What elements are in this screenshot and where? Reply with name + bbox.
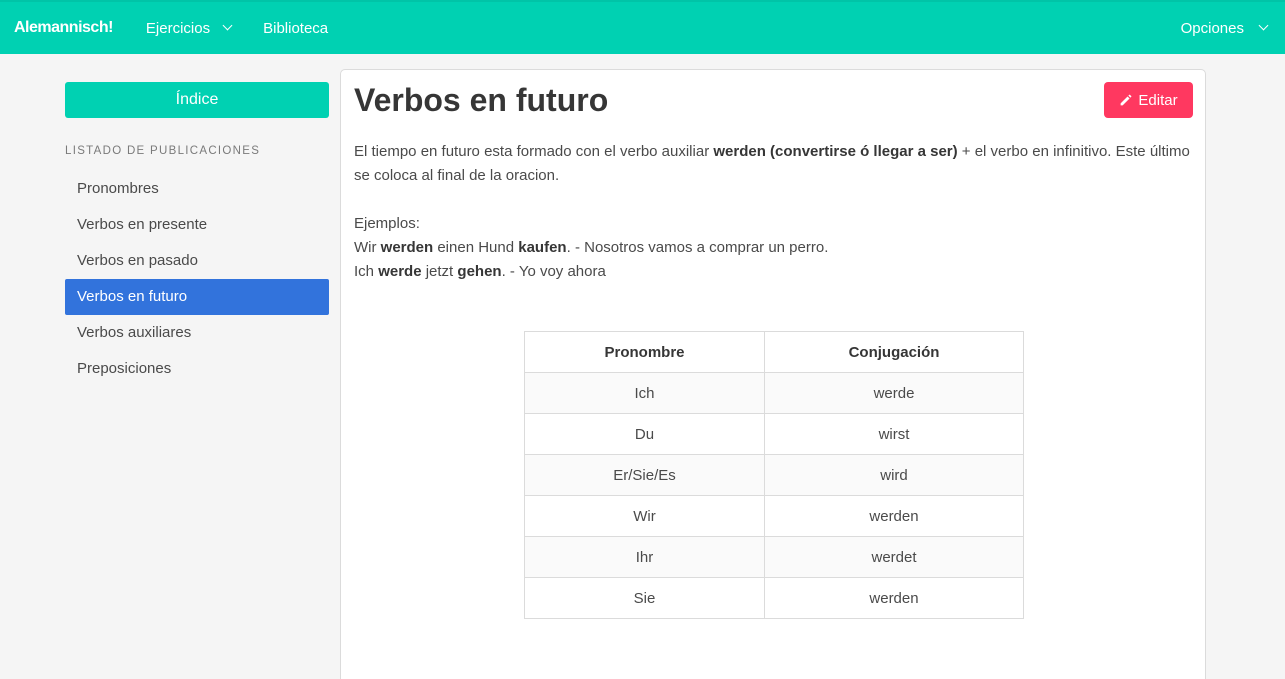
sidebar: Índice LISTADO DE PUBLICACIONES Pronombr… xyxy=(65,82,329,387)
top-navbar: Alemannisch! Ejercicios Biblioteca Opcio… xyxy=(0,0,1285,54)
chevron-down-icon xyxy=(1258,20,1269,31)
table-cell: werden xyxy=(764,577,1024,619)
table-cell: Ihr xyxy=(524,536,765,578)
nav-biblioteca[interactable]: Biblioteca xyxy=(263,20,328,37)
pencil-icon xyxy=(1121,94,1132,105)
table-cell: wird xyxy=(764,454,1024,496)
table-header-conjugacion: Conjugación xyxy=(764,331,1024,373)
sidebar-item-verbos-auxiliares[interactable]: Verbos auxiliares xyxy=(65,315,329,351)
table-cell: Ich xyxy=(524,372,765,414)
publications-section-label: LISTADO DE PUBLICACIONES xyxy=(65,145,261,157)
publications-list: Pronombres Verbos en presente Verbos en … xyxy=(65,171,329,387)
edit-button-label: Editar xyxy=(1138,91,1178,109)
table-row: Ihr werdet xyxy=(524,536,1024,578)
table-cell: werden xyxy=(764,495,1024,537)
table-row: Wir werden xyxy=(524,495,1024,537)
examples-label: Ejemplos: xyxy=(354,215,420,232)
table-row: Ich werde xyxy=(524,372,1024,414)
table-cell: wirst xyxy=(764,413,1024,455)
table-header-row: Pronombre Conjugación xyxy=(524,331,1024,373)
table-cell: werdet xyxy=(764,536,1024,578)
sidebar-item-preposiciones[interactable]: Preposiciones xyxy=(65,351,329,387)
page-title: Verbos en futuro xyxy=(354,82,609,118)
sidebar-item-verbos-futuro[interactable]: Verbos en futuro xyxy=(65,279,329,315)
table-cell: Du xyxy=(524,413,765,455)
table-row: Sie werden xyxy=(524,577,1024,619)
publication-content: El tiempo en futuro esta formado con el … xyxy=(354,140,1194,284)
index-button[interactable]: Índice xyxy=(65,82,329,118)
nav-opciones-label: Opciones xyxy=(1180,19,1244,37)
brand-logo[interactable]: Alemannisch! xyxy=(14,19,113,37)
table-cell: Wir xyxy=(524,495,765,537)
example-line-1: Wir werden einen Hund kaufen. - Nosotros… xyxy=(354,239,829,256)
intro-bold: werden (convertirse ó llegar a ser) xyxy=(713,143,958,160)
table-cell: Sie xyxy=(524,577,765,619)
edit-button[interactable]: Editar xyxy=(1104,82,1193,118)
table-cell: werde xyxy=(764,372,1024,414)
nav-ejercicios[interactable]: Ejercicios xyxy=(145,19,233,37)
sidebar-item-verbos-pasado[interactable]: Verbos en pasado xyxy=(65,243,329,279)
publication-card: Verbos en futuro Editar El tiempo en fut… xyxy=(340,69,1206,679)
example-line-2: Ich werde jetzt gehen. - Yo voy ahora xyxy=(354,263,606,280)
nav-ejercicios-label: Ejercicios xyxy=(145,19,211,37)
intro-paragraph: El tiempo en futuro esta formado con el … xyxy=(354,140,1194,188)
nav-biblioteca-label: Biblioteca xyxy=(263,19,329,37)
table-cell: Er/Sie/Es xyxy=(524,454,765,496)
nav-opciones[interactable]: Opciones xyxy=(1180,2,1269,54)
table-header-pronombre: Pronombre xyxy=(524,331,765,373)
table-row: Er/Sie/Es wird xyxy=(524,454,1024,496)
intro-text: El tiempo en futuro esta formado con el … xyxy=(354,143,714,160)
conjugation-table: Pronombre Conjugación Ich werde Du wirst E… xyxy=(524,331,1024,619)
sidebar-item-pronombres[interactable]: Pronombres xyxy=(65,171,329,207)
table-row: Du wirst xyxy=(524,413,1024,455)
sidebar-item-verbos-presente[interactable]: Verbos en presente xyxy=(65,207,329,243)
chevron-down-icon xyxy=(222,20,233,31)
